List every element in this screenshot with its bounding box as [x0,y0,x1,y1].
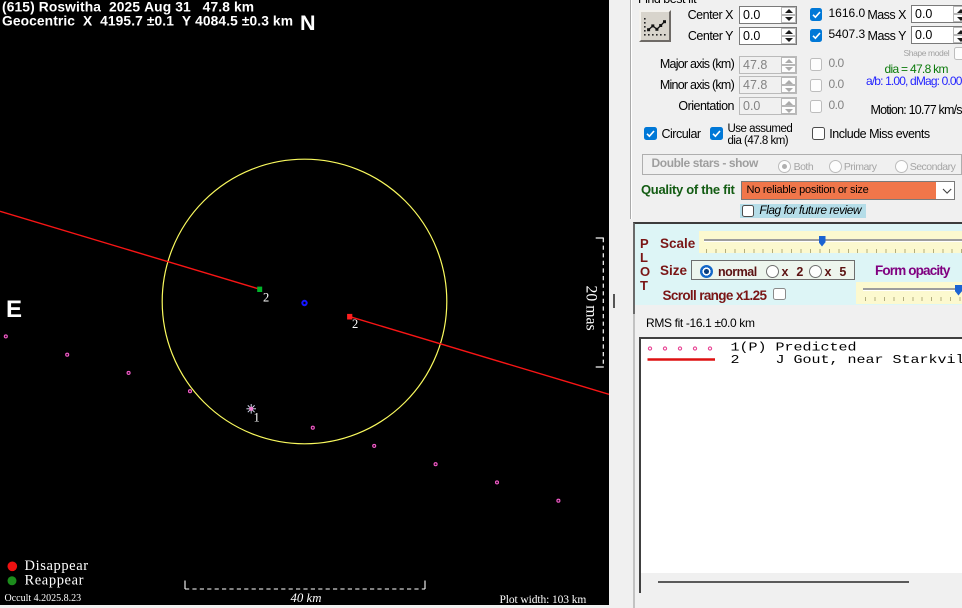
svg-text:2: 2 [352,317,358,331]
svg-text:Plot width: 103 km: Plot width: 103 km [500,594,587,605]
svg-text:(615) Roswitha 2025 Aug 31: (615) Roswitha 2025 Aug 31 47.8 km [2,0,254,14]
svg-text:2: 2 [263,290,269,304]
svg-text:40 km: 40 km [291,591,322,605]
svg-text:Reappear: Reappear [25,573,85,589]
svg-text:N: N [300,11,316,35]
svg-text:Geocentric X 4195.7 ±0.1 Y: Geocentric X 4195.7 ±0.1 Y 4084.5 ±0.3 k… [2,14,293,29]
svg-text:1: 1 [254,410,260,424]
svg-text:Occult 4.2025.8.23: Occult 4.2025.8.23 [5,593,82,604]
svg-text:E: E [6,296,22,323]
svg-text:20 mas: 20 mas [583,286,600,331]
svg-text:Disappear: Disappear [25,558,89,574]
